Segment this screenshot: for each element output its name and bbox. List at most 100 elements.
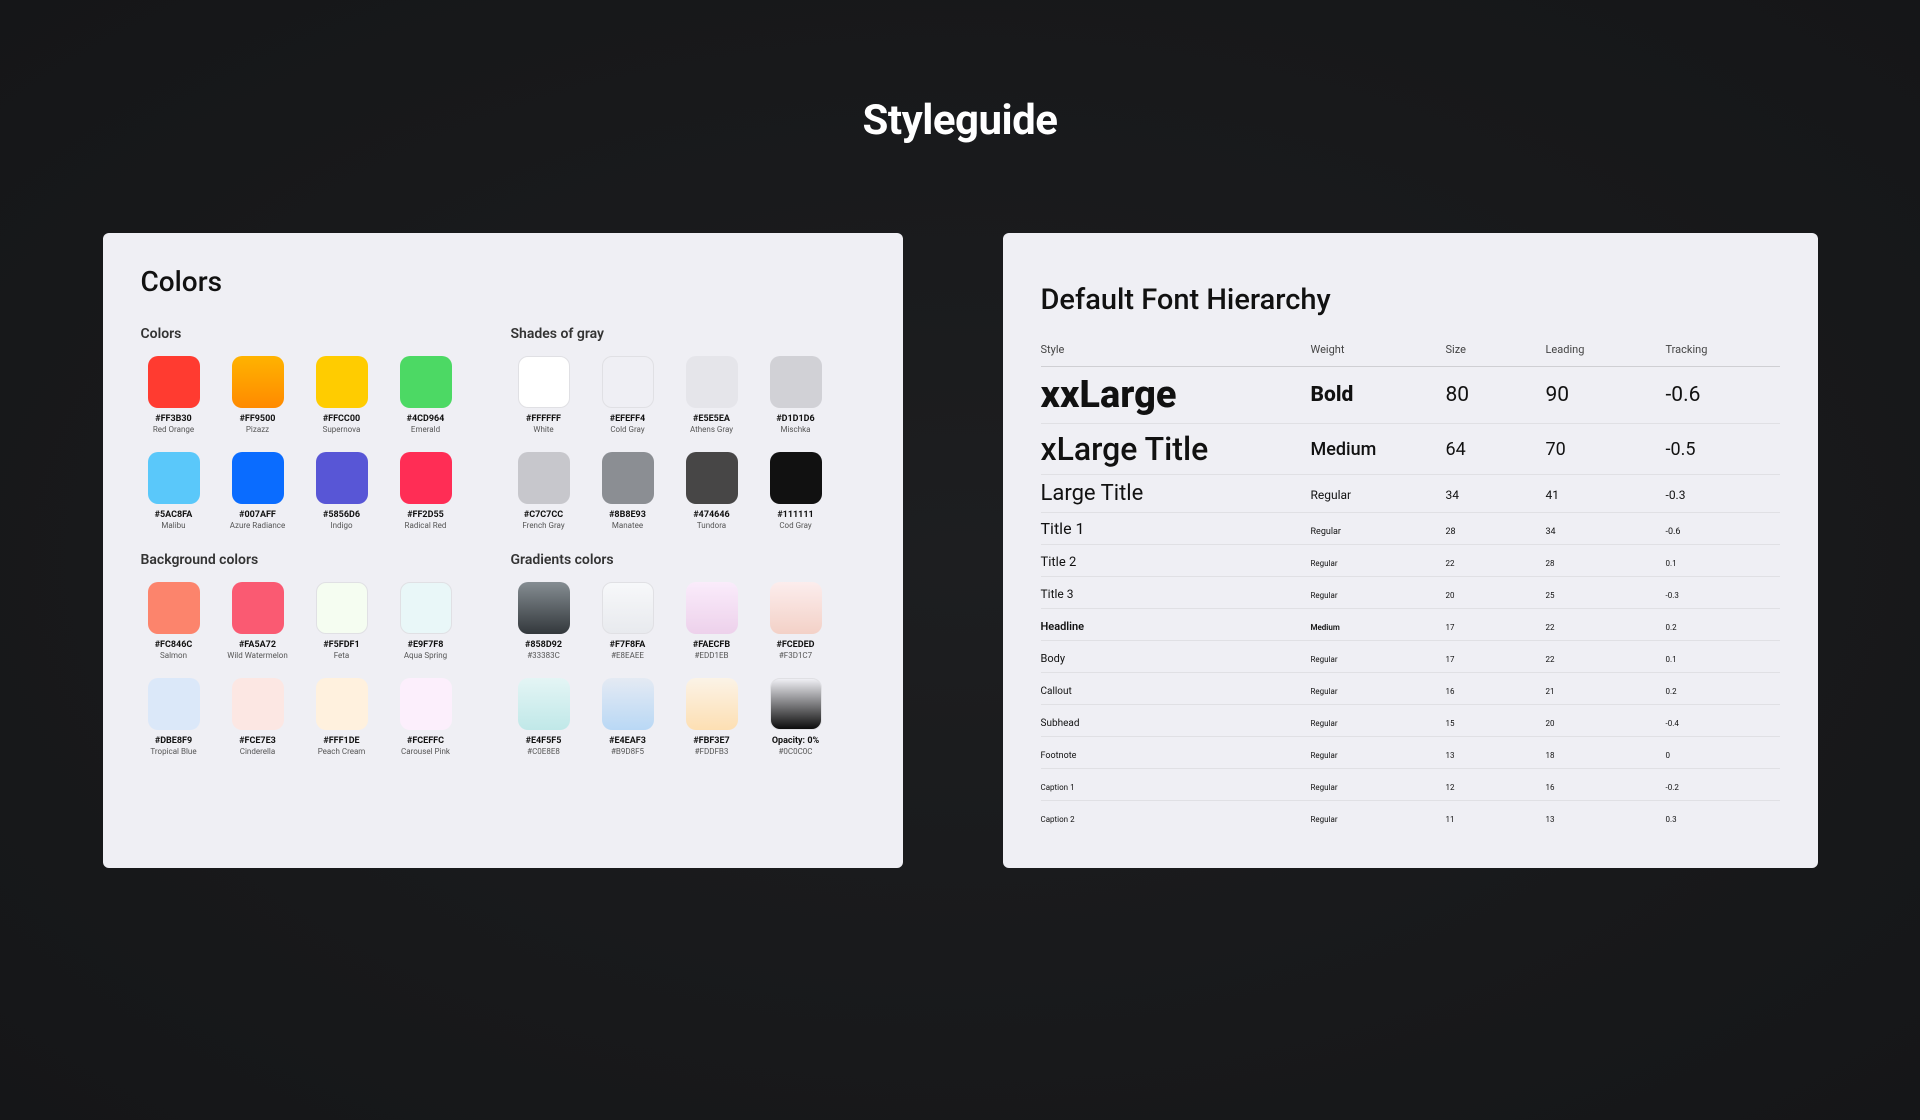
col-style: Style [1041,343,1311,356]
swatch-hex: #474646 [693,510,729,520]
color-chip [316,452,368,504]
table-row: Title 3Regular2025-0.3 [1041,577,1780,609]
cell-style: Subhead [1041,718,1080,729]
swatch-hex: Opacity: 0% [772,736,819,746]
swatch-name: Cinderella [240,747,275,756]
page-title: Styleguide [0,96,1920,145]
color-chip [148,582,200,634]
swatch-name: Mischka [780,425,810,434]
table-row: xLarge TitleMedium6470-0.5 [1041,424,1780,475]
color-swatch: #FF9500Pizazz [225,356,291,434]
swatch-hex: #E9F7F8 [408,640,444,650]
cell-size: 12 [1446,783,1455,792]
color-chip [518,678,570,730]
color-swatch: #FCE7E3Cinderella [225,678,291,756]
cell-size: 13 [1446,751,1455,760]
swatch-hex: #5AC8FA [155,510,193,520]
color-chip [232,582,284,634]
swatch-hex: #F7F8FA [610,640,646,650]
table-row: CalloutRegular16210.2 [1041,673,1780,705]
cell-leading: 22 [1546,655,1555,664]
color-swatch: #4CD964Emerald [393,356,459,434]
cell-leading: 25 [1546,591,1555,600]
swatch-hex: #FCE7E3 [239,736,276,746]
color-chip [602,452,654,504]
color-chip [518,356,570,408]
swatch-name: Tundora [697,521,726,530]
color-chip [232,356,284,408]
swatch-name: #EDD1EB [695,651,729,660]
swatch-hex: #FBF3E7 [693,736,729,746]
col-size: Size [1446,343,1546,356]
swatch-name: Manatee [612,521,643,530]
swatch-name: #C0E8E8 [527,747,560,756]
color-chip [316,356,368,408]
swatch-name: #0C0C0C [778,747,812,756]
cell-size: 17 [1446,623,1455,632]
cell-tracking: -0.2 [1666,783,1679,792]
cell-weight: Regular [1311,655,1338,664]
color-swatch: #E9F7F8Aqua Spring [393,582,459,660]
cell-tracking: -0.6 [1666,383,1701,407]
swatch-name: Wild Watermelon [227,651,288,660]
cell-style: xLarge Title [1041,430,1209,468]
swatch-hex: #111111 [777,510,813,520]
color-swatch: #FFFFFFWhite [511,356,577,434]
color-chip [232,452,284,504]
cell-leading: 20 [1546,719,1555,728]
color-chip [602,356,654,408]
cell-style: xxLarge [1041,373,1177,417]
color-chip [518,582,570,634]
cell-size: 11 [1446,815,1455,824]
color-chip [232,678,284,730]
color-swatch: #F7F8FA#E8EAEE [595,582,661,660]
col-leading: Leading [1546,343,1666,356]
swatch-name: #F3D1C7 [779,651,812,660]
cell-tracking: 0.2 [1666,687,1677,696]
color-swatch: #E5E5EAAthens Gray [679,356,745,434]
swatch-hex: #E4EAF3 [609,736,646,746]
color-chip [686,356,738,408]
color-swatch: #007AFFAzure Radiance [225,452,291,530]
color-swatch: #E4F5F5#C0E8E8 [511,678,577,756]
color-swatch: #F5FDF1Feta [309,582,375,660]
color-chip [686,582,738,634]
swatch-name: Aqua Spring [404,651,447,660]
swatch-hex: #5856D6 [323,510,360,520]
swatch-hex: #FA5A72 [239,640,276,650]
cell-style: Title 3 [1041,587,1074,601]
swatch-name: Radical Red [405,521,447,530]
cell-leading: 34 [1546,527,1556,537]
swatch-name: Indigo [330,521,352,530]
cell-style: Caption 2 [1041,815,1075,824]
table-row: Caption 2Regular11130.3 [1041,801,1780,832]
cell-weight: Regular [1311,815,1338,824]
cell-tracking: 0.1 [1666,655,1677,664]
swatch-name: Cod Gray [779,521,811,530]
cell-leading: 13 [1546,815,1555,824]
color-chip [770,452,822,504]
cell-size: 15 [1446,719,1455,728]
colors-panel: Colors Colors #FF3B30Red Orange#FF9500Pi… [103,233,903,868]
swatch-grid-grad: #858D92#33383C#F7F8FA#E8EAEE#FAECFB#EDD1… [511,582,865,756]
color-chip [770,678,822,730]
swatch-hex: #4CD964 [407,414,445,424]
color-swatch: #C7C7CCFrench Gray [511,452,577,530]
color-swatch: #DBE8F9Tropical Blue [141,678,207,756]
cell-size: 34 [1446,488,1460,502]
color-swatch: #FF2D55Radical Red [393,452,459,530]
cell-weight: Bold [1311,383,1354,407]
swatch-hex: #E5E5EA [693,414,730,424]
cell-weight: Regular [1311,783,1338,792]
cell-tracking: -0.6 [1666,527,1681,537]
table-row: Title 2Regular22280.1 [1041,545,1780,577]
cell-style: Callout [1041,686,1072,697]
swatch-name: Athens Gray [690,425,733,434]
color-swatch: #E4EAF3#B9D8F5 [595,678,661,756]
color-chip [316,678,368,730]
swatch-hex: #FF3B30 [155,414,191,424]
color-swatch: #5856D6Indigo [309,452,375,530]
color-chip [686,452,738,504]
swatch-name: #33383C [527,651,560,660]
cell-style: Title 1 [1041,519,1085,538]
